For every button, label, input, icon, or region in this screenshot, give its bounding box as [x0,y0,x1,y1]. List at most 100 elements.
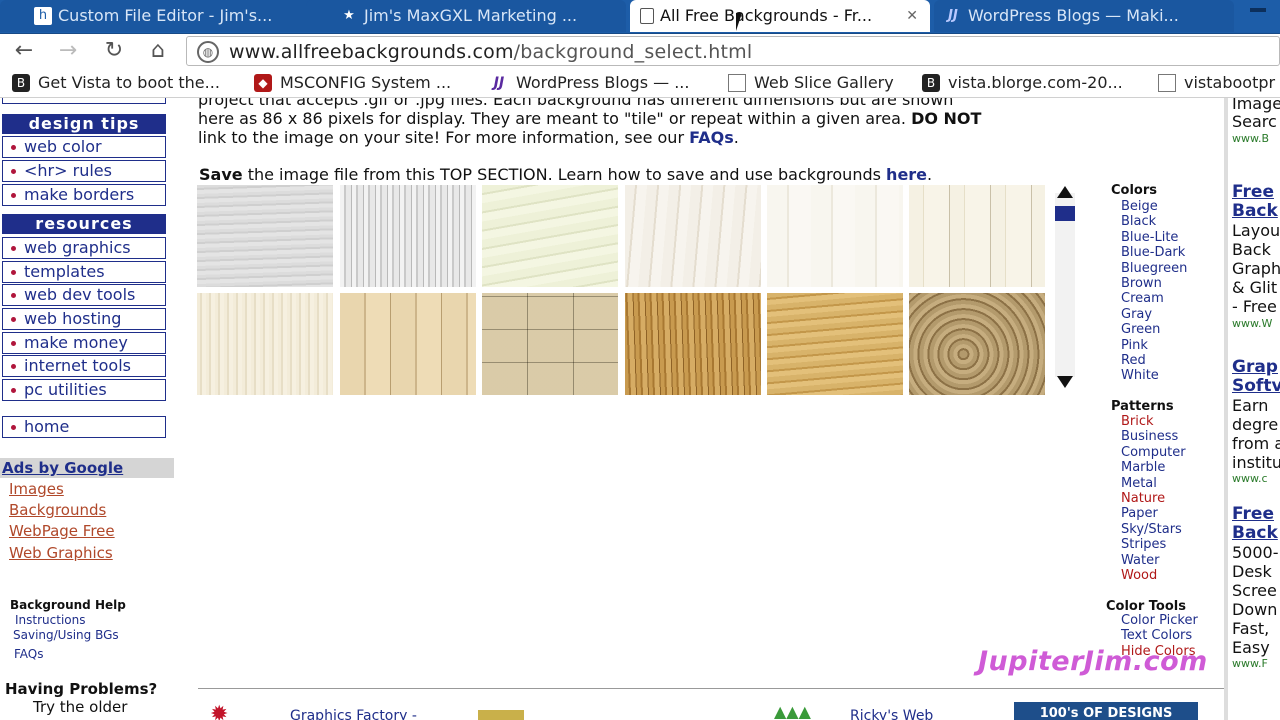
help-link-faqs[interactable]: FAQs [14,647,44,661]
help-link-instructions[interactable]: Instructions [15,613,85,627]
category-link-text-colors[interactable]: Text Colors [1121,628,1192,643]
category-link-nature[interactable]: Nature [1121,491,1165,506]
ad-link-web-graphics[interactable]: Web Graphics [9,544,113,562]
menu-item-hr-rules[interactable]: <hr> rules [2,160,166,182]
menu-item-make-borders[interactable]: make borders [2,184,166,206]
faqs-link[interactable]: FAQs [689,128,734,147]
grid-scroll-thumb[interactable] [1055,206,1075,221]
background-tile[interactable] [340,293,476,395]
background-tile[interactable] [482,185,618,287]
menu-item-partial[interactable] [2,98,166,104]
menu-item-templates[interactable]: templates [2,261,166,283]
bookmark-get-vista[interactable]: B Get Vista to boot the... [12,72,220,94]
ad-link-images[interactable]: Images [9,480,64,498]
rc-title[interactable]: Free [1232,183,1274,202]
bookmark-vistabootpr[interactable]: vistabootpr [1158,72,1275,94]
address-bar[interactable]: ◍ www.allfreebackgrounds.com/background_… [186,36,1280,66]
tab-title: WordPress Blogs — Maki... [968,6,1179,25]
category-link-green[interactable]: Green [1121,322,1160,337]
rc-url[interactable]: www.c [1232,472,1268,485]
footer-banner[interactable]: 100's OF DESIGNS [1014,702,1198,720]
category-link-marble[interactable]: Marble [1121,460,1165,475]
menu-item-home[interactable]: home [2,416,166,438]
minimize-icon[interactable] [1250,8,1266,12]
here-link[interactable]: here [886,165,927,184]
forward-button[interactable]: → [54,38,82,64]
category-link-stripes[interactable]: Stripes [1121,537,1166,552]
footer-graphic-icon [478,710,524,720]
category-link-pink[interactable]: Pink [1121,338,1148,353]
menu-item-web-graphics[interactable]: web graphics [2,237,166,259]
tab-all-free-backgrounds[interactable]: All Free Backgrounds - Fr... ✕ [630,0,930,32]
category-link-sky-stars[interactable]: Sky/Stars [1121,522,1182,537]
menu-item-pc-utilities[interactable]: pc utilities [2,379,166,401]
category-link-wood[interactable]: Wood [1121,568,1157,583]
category-link-gray[interactable]: Gray [1121,307,1152,322]
back-button[interactable]: ← [10,38,38,64]
menu-item-web-hosting[interactable]: web hosting [2,308,166,330]
footer-graphics-factory[interactable]: Graphics Factory - [290,708,417,720]
menu-item-internet-tools[interactable]: internet tools [2,355,166,377]
patterns-heading: Patterns [1111,399,1174,414]
ad-link-webpage-free[interactable]: WebPage Free [9,522,115,540]
category-link-metal[interactable]: Metal [1121,476,1157,491]
background-tile[interactable] [909,185,1045,287]
rc-url[interactable]: www.F [1232,657,1268,670]
help-link-saving[interactable]: Saving/Using BGs [13,628,119,642]
bookmark-wordpress[interactable]: JJ WordPress Blogs — ... [490,72,690,94]
rc-url[interactable]: www.W [1232,317,1272,330]
intro-line-2-text: here as 86 x 86 pixels for display. They… [198,109,906,128]
category-link-paper[interactable]: Paper [1121,506,1158,521]
home-icon[interactable]: ⌂ [144,38,172,64]
tab-maxgxl[interactable]: ★ Jim's MaxGXL Marketing ... [306,0,626,32]
background-tile[interactable] [767,185,903,287]
category-link-blue-dark[interactable]: Blue-Dark [1121,245,1185,260]
background-tile[interactable] [340,185,476,287]
bookmark-vista-blorge[interactable]: Bvista.blorge.com-20... [922,72,1123,94]
rc-url[interactable]: www.B [1232,132,1269,145]
url-path: /background_select.html [513,41,753,63]
menu-item-make-money[interactable]: make money [2,332,166,354]
rc-title[interactable]: Grap [1232,358,1278,377]
bookmark-msconfig[interactable]: ◆ MSCONFIG System ... [254,72,451,94]
menu-item-web-color[interactable]: web color [2,136,166,158]
background-tile[interactable] [197,185,333,287]
footer-rickys-web[interactable]: Ricky's Web [850,708,933,720]
reload-icon[interactable]: ↻ [100,38,128,64]
category-link-brick[interactable]: Brick [1121,414,1154,429]
menu-item-web-dev-tools[interactable]: web dev tools [2,284,166,306]
tab-title: Jim's MaxGXL Marketing ... [364,6,578,25]
category-link-business[interactable]: Business [1121,429,1178,444]
url-text[interactable]: www.allfreebackgrounds.com/background_se… [229,39,752,65]
background-tile[interactable] [909,293,1045,395]
ad-link-backgrounds[interactable]: Backgrounds [9,501,106,519]
bookmark-web-slice[interactable]: Web Slice Gallery [728,72,894,94]
category-link-water[interactable]: Water [1121,553,1159,568]
category-link-blue-lite[interactable]: Blue-Lite [1121,230,1178,245]
scroll-down-icon[interactable] [1057,376,1073,388]
background-tile[interactable] [197,293,333,395]
tab-wordpress-blogs[interactable]: JJ WordPress Blogs — Maki... [934,0,1234,32]
background-tile[interactable] [482,293,618,395]
close-icon[interactable]: ✕ [906,0,918,32]
category-link-color-picker[interactable]: Color Picker [1121,613,1198,628]
background-tile[interactable] [625,185,761,287]
scroll-up-icon[interactable] [1057,186,1073,198]
tab-custom-file-editor[interactable]: h Custom File Editor - Jim's... [0,0,318,32]
category-link-bluegreen[interactable]: Bluegreen [1121,261,1187,276]
rc-text: - Free [1232,297,1277,316]
ads-by-google-heading[interactable]: Ads by Google [0,458,174,478]
category-link-cream[interactable]: Cream [1121,291,1164,306]
category-link-beige[interactable]: Beige [1121,199,1158,214]
rc-title[interactable]: Back [1232,524,1278,543]
category-link-white[interactable]: White [1121,368,1159,383]
category-link-brown[interactable]: Brown [1121,276,1162,291]
background-tile[interactable] [625,293,761,395]
category-link-computer[interactable]: Computer [1121,445,1186,460]
rc-title[interactable]: Softv [1232,377,1280,396]
rc-title[interactable]: Back [1232,202,1278,221]
category-link-red[interactable]: Red [1121,353,1146,368]
rc-title[interactable]: Free [1232,505,1274,524]
category-link-black[interactable]: Black [1121,214,1156,229]
background-tile[interactable] [767,293,903,395]
